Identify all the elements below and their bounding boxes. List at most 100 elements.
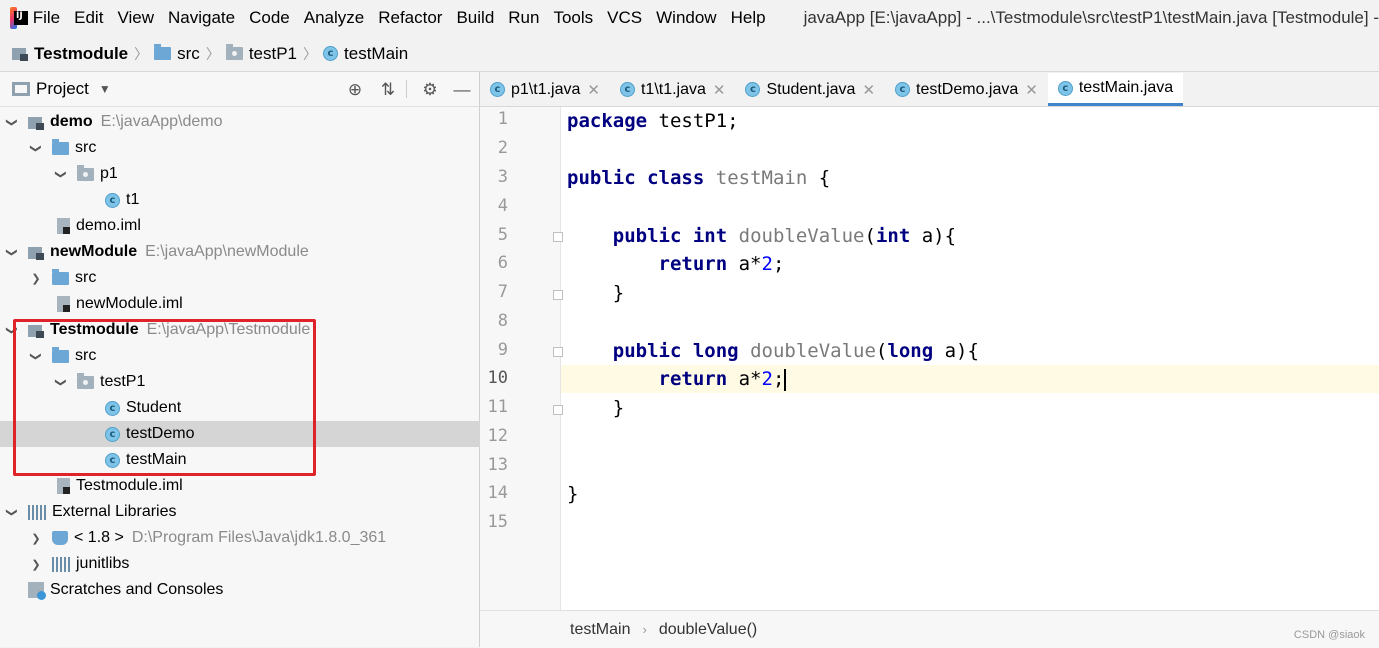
chevron-right-icon[interactable]: ❯ — [30, 558, 42, 571]
gear-icon[interactable]: ⚙ — [420, 80, 440, 100]
tree-item-demo[interactable]: ❯ demo E:\javaApp\demo — [0, 109, 485, 135]
tab-label: testMain.java — [1078, 79, 1174, 96]
highlight-annotation-box — [13, 319, 316, 476]
menu-analyze[interactable]: Analyze — [304, 8, 364, 28]
close-icon[interactable]: ✕ — [1025, 81, 1038, 99]
locate-target-icon[interactable]: ⊕ — [345, 80, 365, 100]
tree-item-label: newModule.iml — [76, 295, 183, 312]
breadcrumb-module[interactable]: Testmodule — [12, 44, 128, 64]
close-icon[interactable]: ✕ — [587, 81, 600, 99]
chevron-down-icon[interactable]: ❯ — [55, 168, 68, 180]
module-icon — [28, 245, 44, 260]
chevron-right-icon[interactable]: ❯ — [30, 532, 42, 545]
tree-item-newmodule[interactable]: ❯ newModule E:\javaApp\newModule — [0, 239, 485, 265]
menu-window[interactable]: Window — [656, 8, 716, 28]
class-icon: c — [490, 82, 505, 97]
chevron-right-icon[interactable]: ❯ — [30, 272, 42, 285]
tab-testdemo-java[interactable]: c testDemo.java ✕ — [885, 73, 1048, 106]
chevron-down-icon[interactable]: ▼ — [99, 82, 111, 96]
breadcrumb-src[interactable]: src — [154, 44, 200, 64]
tab-label: testDemo.java — [916, 80, 1019, 98]
toolbar-divider — [406, 80, 407, 98]
menu-view[interactable]: View — [117, 8, 154, 28]
tab-label: t1\t1.java — [640, 80, 706, 98]
line-number: 6 — [497, 253, 508, 273]
tree-item-src[interactable]: ❯ src — [0, 265, 509, 291]
code-editor[interactable]: package testP1; public class testMain { … — [561, 107, 1379, 610]
tree-item-p1[interactable]: ❯ p1 — [0, 161, 534, 187]
tree-item-scratches[interactable]: Scratches and Consoles — [0, 577, 507, 603]
libraries-icon — [52, 556, 70, 572]
line-number: 2 — [497, 138, 508, 158]
tab-student-java[interactable]: c Student.java ✕ — [735, 73, 885, 106]
hide-panel-icon[interactable]: — — [452, 80, 472, 100]
code-line-6: return a*2; — [658, 253, 785, 275]
close-icon[interactable]: ✕ — [713, 81, 726, 99]
project-panel-title[interactable]: Project — [36, 79, 89, 99]
menu-run[interactable]: Run — [508, 8, 539, 28]
line-number-current: 10 — [487, 368, 508, 388]
editor-crumb-class[interactable]: testMain — [570, 621, 630, 639]
menu-build[interactable]: Build — [456, 8, 494, 28]
chevron-down-icon[interactable]: ❯ — [6, 506, 19, 518]
code-line-1: package testP1; — [567, 110, 739, 132]
chevron-down-icon[interactable]: ❯ — [30, 142, 43, 154]
line-number: 5 — [497, 225, 508, 245]
breadcrumb-package[interactable]: testP1 — [225, 43, 298, 64]
menu-edit[interactable]: Edit — [74, 8, 103, 28]
tree-item-newmodule-iml[interactable]: newModule.iml — [0, 291, 536, 317]
breadcrumb-package-label: testP1 — [248, 43, 298, 63]
menu-help[interactable]: Help — [731, 8, 766, 28]
tree-item-demo-iml[interactable]: demo.iml — [0, 213, 536, 239]
module-icon — [12, 46, 28, 61]
tab-t1-t1-java[interactable]: c t1\t1.java ✕ — [610, 73, 736, 106]
tree-item-src[interactable]: ❯ src — [0, 135, 509, 161]
tree-item-testmodule-iml[interactable]: Testmodule.iml — [0, 473, 536, 499]
line-number: 7 — [497, 282, 508, 302]
tree-item-external-libraries[interactable]: ❯ External Libraries — [0, 499, 485, 525]
breadcrumb-src-label: src — [177, 43, 200, 63]
tab-p1-t1-java[interactable]: c p1\t1.java ✕ — [480, 73, 610, 106]
jdk-icon — [52, 531, 68, 545]
tree-item-label: Scratches and Consoles — [50, 581, 224, 598]
source-folder-icon — [154, 44, 172, 60]
code-line-10-current: return a*2; — [561, 365, 1379, 393]
chevron-down-icon[interactable]: ❯ — [6, 246, 19, 258]
menu-file[interactable]: File — [33, 8, 60, 28]
menu-refactor[interactable]: Refactor — [378, 8, 442, 28]
menu-vcs[interactable]: VCS — [607, 8, 642, 28]
tree-item-jdk[interactable]: ❯ < 1.8 > D:\Program Files\Java\jdk1.8.0… — [0, 525, 509, 551]
breadcrumb-separator: 〉 — [303, 45, 318, 62]
tab-label: p1\t1.java — [511, 80, 581, 98]
tree-item-label: Testmodule.iml — [76, 477, 183, 494]
breadcrumb-separator: › — [642, 622, 647, 637]
breadcrumb-module-label: Testmodule — [34, 43, 129, 63]
intellij-logo-icon: IJ — [10, 7, 28, 29]
class-icon: c — [619, 82, 635, 97]
tree-item-junitlibs[interactable]: ❯ junitlibs — [0, 551, 509, 577]
menu-navigate[interactable]: Navigate — [168, 8, 235, 28]
breadcrumb-file[interactable]: c testMain — [323, 44, 408, 64]
collapse-all-icon[interactable]: ⇅ — [378, 80, 398, 100]
tree-item-label: src — [75, 139, 97, 156]
code-line-9: public long doubleValue(long a){ — [612, 340, 979, 362]
tab-testmain-java[interactable]: c testMain.java — [1047, 73, 1184, 106]
close-icon[interactable]: ✕ — [862, 81, 875, 99]
code-line-5: public int doubleValue(int a){ — [612, 225, 957, 247]
breadcrumb-separator: 〉 — [134, 45, 149, 62]
editor-tab-bar: c p1\t1.java ✕ c t1\t1.java ✕ c Student.… — [480, 72, 1379, 107]
menu-bar: IJ File Edit View Navigate Code Analyze … — [0, 0, 1379, 36]
breadcrumb-separator: 〉 — [205, 45, 220, 62]
editor-crumb-method[interactable]: doubleValue() — [659, 621, 757, 639]
tree-item-path: D:\Program Files\Java\jdk1.8.0_361 — [131, 529, 387, 546]
menu-tools[interactable]: Tools — [553, 8, 593, 28]
module-icon — [28, 115, 44, 130]
chevron-down-icon[interactable]: ❯ — [6, 116, 19, 128]
line-number: 14 — [487, 483, 508, 503]
line-number-gutter[interactable]: 1 2 3 4 5 6 7 8 9 10 11 12 13 14 15 — [480, 107, 563, 610]
menu-code[interactable]: Code — [249, 8, 290, 28]
tree-item-path: E:\javaApp\newModule — [145, 243, 309, 260]
line-number: 1 — [497, 109, 508, 129]
scratches-icon — [28, 582, 46, 600]
package-icon — [77, 164, 94, 181]
